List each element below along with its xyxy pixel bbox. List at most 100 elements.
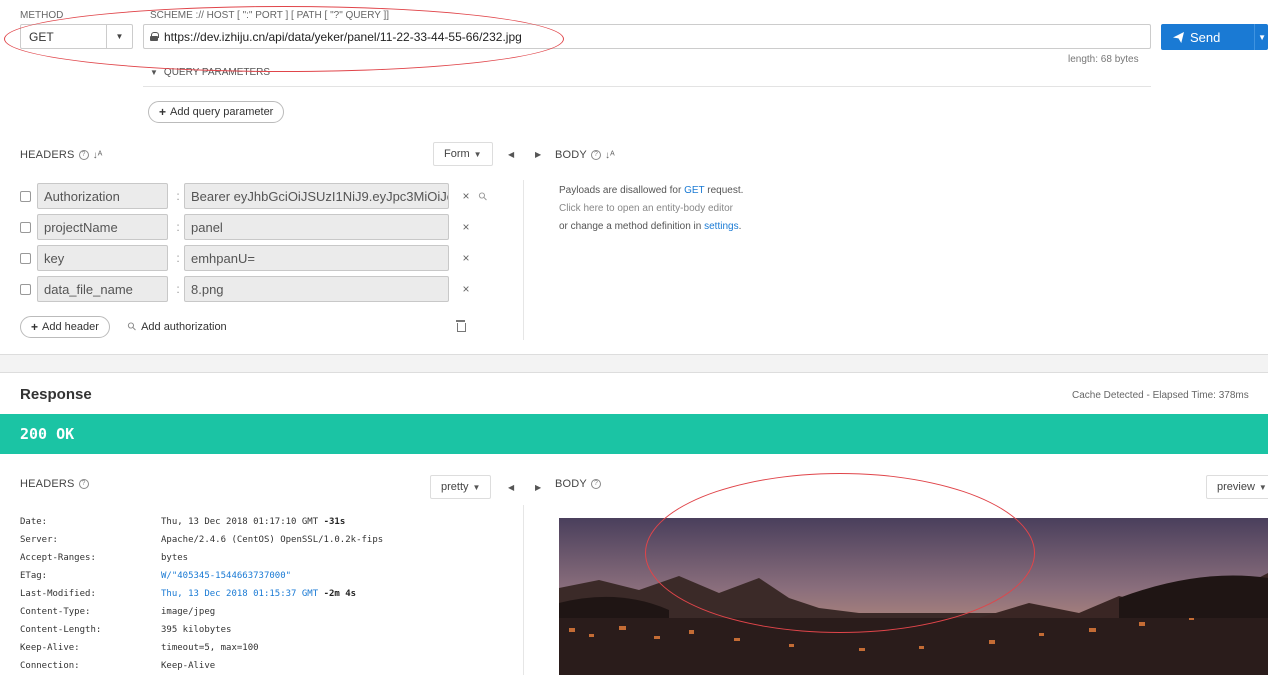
response-header-key: Keep-Alive: (20, 643, 80, 653)
headers-mode-label: Form (444, 148, 470, 160)
method-select[interactable]: GET ▼ (20, 24, 133, 49)
expand-right-icon[interactable]: ▶ (535, 150, 541, 159)
sort-icon[interactable]: ↓ᴬ (605, 150, 615, 161)
response-body-view-label: preview (1217, 481, 1255, 493)
response-header-row: Server: Apache/2.4.6 (CentOS) OpenSSL/1.… (20, 535, 383, 551)
response-body-title-label: BODY (555, 478, 587, 490)
panel-divider (523, 180, 524, 340)
remove-header-icon[interactable]: × (459, 251, 473, 265)
header-value-delta: -2m 4s (323, 589, 357, 599)
plus-icon: + (31, 320, 39, 334)
header-value-field[interactable]: emhpanU= (184, 245, 449, 271)
header-enable-checkbox[interactable] (20, 252, 31, 264)
send-options-caret-icon[interactable]: ▼ (1254, 24, 1268, 50)
response-header-key: Date: (20, 517, 48, 527)
response-header-value: 395 kilobytes (161, 625, 232, 635)
header-value-field[interactable]: 8.png (184, 276, 449, 302)
elapsed-time: Cache Detected - Elapsed Time: 378ms (1072, 390, 1249, 401)
add-authorization-link[interactable]: ⚲ Add authorization (125, 320, 226, 334)
response-header-key: Server: (20, 535, 58, 545)
add-header-button[interactable]: + Add header (20, 316, 110, 338)
help-icon[interactable]: ? (78, 479, 89, 489)
response-header-row: Last-Modified: Thu, 13 Dec 2018 01:15:37… (20, 589, 356, 605)
caret-down-icon: ▼ (473, 149, 482, 159)
body-msg-method: GET (684, 185, 705, 196)
panel-divider (523, 505, 524, 675)
response-title: Response (20, 386, 92, 403)
headers-title-label: HEADERS (20, 149, 75, 161)
response-header-value: image/jpeg (161, 607, 216, 617)
query-parameters-toggle[interactable]: ▼ QUERY PARAMETERS (150, 67, 270, 78)
remove-header-icon[interactable]: × (459, 282, 473, 296)
header-value-field[interactable]: panel (184, 214, 449, 240)
response-headers-title-label: HEADERS (20, 478, 75, 490)
body-title: BODY ? ↓ᴬ (555, 149, 615, 161)
paper-plane-icon (1173, 31, 1184, 43)
add-query-parameter-label: Add query parameter (170, 106, 274, 118)
open-entity-editor-link[interactable]: Click here to open an entity-body editor (559, 203, 733, 214)
send-button[interactable]: Send ▼ (1161, 24, 1268, 50)
plus-icon: + (159, 105, 167, 119)
expand-right-icon[interactable]: ▶ (535, 483, 541, 492)
header-row: key : emhpanU= × (20, 245, 473, 271)
help-icon[interactable]: ? (78, 150, 89, 160)
response-header-value: timeout=5, max=100 (161, 643, 259, 653)
response-format-label: pretty (441, 481, 469, 493)
colon-separator: : (176, 251, 180, 265)
response-header-value: Thu, 13 Dec 2018 01:15:37 GMT -2m 4s (161, 589, 356, 605)
collapse-left-icon[interactable]: ◀ (508, 150, 514, 159)
header-value-field[interactable]: Bearer eyJhbGciOiJSUzI1NiJ9.eyJpc3MiOiJo (184, 183, 449, 209)
send-label: Send (1190, 29, 1221, 45)
body-msg-text: request. (704, 185, 744, 196)
response-header-value: Thu, 13 Dec 2018 01:17:10 GMT -31s (161, 517, 345, 533)
remove-header-icon[interactable]: × (459, 189, 473, 203)
header-enable-checkbox[interactable] (20, 221, 31, 233)
chevron-down-icon[interactable]: ▼ (106, 25, 132, 48)
collapse-left-icon[interactable]: ◀ (508, 483, 514, 492)
headers-mode-dropdown[interactable]: Form ▼ (433, 142, 493, 166)
header-key-field[interactable]: projectName (37, 214, 168, 240)
response-header-row: Keep-Alive: timeout=5, max=100 (20, 643, 259, 659)
query-parameters-label: QUERY PARAMETERS (163, 67, 271, 78)
divider (143, 86, 1151, 87)
preview-image (559, 518, 1268, 675)
trash-icon[interactable] (456, 320, 466, 332)
response-body-title: BODY ? (555, 478, 601, 490)
header-value-text: Thu, 13 Dec 2018 01:17:10 GMT (161, 517, 319, 527)
lock-icon (150, 32, 159, 41)
header-key-field[interactable]: key (37, 245, 168, 271)
method-value: GET (29, 29, 54, 44)
response-headers-title: HEADERS ? (20, 478, 89, 490)
response-header-row: Date: Thu, 13 Dec 2018 01:17:10 GMT -31s (20, 517, 345, 533)
response-header-key: Connection: (20, 661, 80, 671)
header-row: data_file_name : 8.png × (20, 276, 473, 302)
url-input[interactable]: https://dev.izhiju.cn/api/data/yeker/pan… (143, 24, 1151, 49)
add-query-parameter-button[interactable]: + Add query parameter (148, 101, 285, 123)
settings-link[interactable]: settings (704, 221, 738, 232)
etag-link[interactable]: W/"405345-1544663737000" (161, 571, 291, 581)
response-header-row: ETag: W/"405345-1544663737000" (20, 571, 291, 587)
colon-separator: : (176, 189, 180, 203)
url-length: length: 68 bytes (1068, 54, 1139, 65)
body-disallowed-message: Payloads are disallowed for GET request. (559, 185, 743, 196)
response-format-dropdown[interactable]: pretty ▼ (430, 475, 492, 499)
response-body-view-dropdown[interactable]: preview ▼ (1206, 475, 1268, 499)
header-enable-checkbox[interactable] (20, 190, 31, 202)
header-key-field[interactable]: Authorization (37, 183, 168, 209)
response-header-key: Accept-Ranges: (20, 553, 96, 563)
response-image-preview (559, 518, 1268, 675)
header-enable-checkbox[interactable] (20, 283, 31, 295)
header-key-field[interactable]: data_file_name (37, 276, 168, 302)
response-header-key: ETag: (20, 571, 48, 581)
sort-icon[interactable]: ↓ᴬ (93, 150, 103, 161)
help-icon[interactable]: ? (590, 479, 601, 489)
headers-title: HEADERS ? ↓ᴬ (20, 149, 103, 161)
header-value-delta: -31s (323, 517, 346, 527)
help-icon[interactable]: ? (590, 150, 601, 160)
remove-header-icon[interactable]: × (459, 220, 473, 234)
caret-down-icon: ▼ (1258, 482, 1267, 492)
response-header-row: Content-Length: 395 kilobytes (20, 625, 231, 641)
caret-down-icon: ▼ (150, 68, 158, 77)
response-header-value: W/"405345-1544663737000" (161, 571, 291, 587)
caret-down-icon: ▼ (472, 482, 481, 492)
